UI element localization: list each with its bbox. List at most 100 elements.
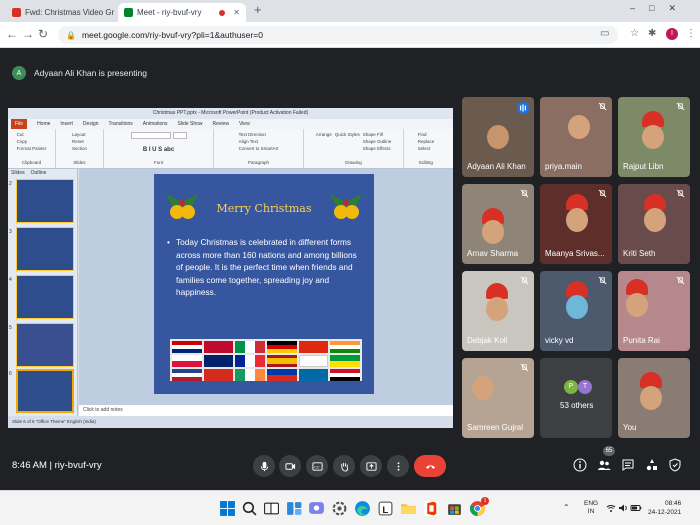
language-indicator[interactable]: ENG IN: [584, 500, 598, 516]
forward-icon[interactable]: →: [22, 27, 34, 41]
info-icon[interactable]: [573, 458, 587, 472]
participant-tile[interactable]: Samreen Gujral: [462, 358, 534, 438]
settings-icon[interactable]: [331, 500, 348, 517]
windows-start-icon[interactable]: [219, 500, 236, 517]
battery-icon[interactable]: [630, 503, 642, 513]
outline-tab[interactable]: Outline: [31, 170, 47, 176]
reload-icon[interactable]: ↻: [38, 27, 48, 41]
cut-button[interactable]: Cut: [17, 132, 47, 137]
font-style-buttons[interactable]: B I U S abc: [143, 147, 174, 153]
others-tile[interactable]: P T 53 others: [540, 358, 612, 438]
menu-insert[interactable]: Insert: [60, 119, 73, 129]
tab-title: Fwd: Christmas Video Group A a: [25, 8, 114, 17]
menu-animations[interactable]: Animations: [143, 119, 168, 129]
edge-icon[interactable]: [354, 500, 371, 517]
copy-button[interactable]: Copy: [17, 139, 47, 144]
more-options-button[interactable]: [387, 455, 409, 477]
bookmark-star-icon[interactable]: ☆: [630, 27, 639, 41]
present-button[interactable]: [360, 455, 382, 477]
slide-thumbnail[interactable]: [16, 323, 74, 367]
url-field[interactable]: 🔒 meet.google.com/riy-bvuf-vry?pli=1&aut…: [58, 26, 618, 44]
raise-hand-button[interactable]: [333, 455, 355, 477]
participant-video: [486, 297, 508, 321]
slide-thumbnail-selected[interactable]: [16, 369, 74, 413]
select-button[interactable]: Select: [418, 146, 435, 151]
microphone-button[interactable]: [253, 455, 275, 477]
task-view-icon[interactable]: [263, 500, 280, 517]
participant-tile[interactable]: Maanya Srivas...: [540, 184, 612, 264]
quick-styles-button[interactable]: Quick Styles: [335, 132, 360, 151]
format-painter-button[interactable]: Format Painter: [17, 146, 47, 151]
activities-icon[interactable]: [645, 458, 659, 472]
menu-review[interactable]: Review: [213, 119, 229, 129]
align-text-button[interactable]: Align Text: [239, 139, 279, 144]
widgets-icon[interactable]: [286, 500, 303, 517]
participant-tile[interactable]: vicky vd: [540, 271, 612, 351]
file-explorer-icon[interactable]: [400, 500, 417, 517]
participant-video: [640, 386, 662, 410]
leave-call-button[interactable]: [414, 455, 446, 477]
drawing-label: Drawing: [345, 160, 362, 165]
menu-view[interactable]: View: [239, 119, 250, 129]
layout-button[interactable]: Layout: [72, 132, 87, 137]
tab-meet[interactable]: Meet - riy-bvuf-vry ✕: [118, 3, 246, 22]
participant-tile[interactable]: Punita Rai: [618, 271, 690, 351]
arrange-button[interactable]: Arrange: [316, 132, 332, 151]
office-lens-icon[interactable]: L: [377, 500, 394, 517]
volume-icon[interactable]: [618, 503, 628, 513]
teams-chat-icon[interactable]: [308, 500, 325, 517]
reset-button[interactable]: Reset: [72, 139, 87, 144]
camera-button[interactable]: [279, 455, 301, 477]
participant-tile[interactable]: priya.main: [540, 97, 612, 177]
chevron-up-icon[interactable]: ⌃: [563, 503, 570, 512]
captions-button[interactable]: CC: [306, 455, 328, 477]
slide-thumbnail[interactable]: [16, 227, 74, 271]
office-icon[interactable]: [423, 500, 440, 517]
slide-thumbnail[interactable]: [16, 275, 74, 319]
replace-button[interactable]: Replace: [418, 139, 435, 144]
participant-tile[interactable]: Rajput Libn: [618, 97, 690, 177]
self-tile[interactable]: You: [618, 358, 690, 438]
font-name-field[interactable]: [130, 132, 171, 139]
search-icon[interactable]: [241, 500, 258, 517]
clipboard-group: Cut Copy Format Painter Clipboard: [8, 129, 56, 168]
participant-tile[interactable]: Arnav Sharma: [462, 184, 534, 264]
camera-icon[interactable]: ▭: [600, 27, 609, 41]
more-vert-icon: [397, 461, 399, 471]
close-tab-icon[interactable]: ✕: [233, 8, 240, 17]
shape-effects-button[interactable]: Shape Effects: [363, 146, 392, 151]
menu-kebab-icon[interactable]: ⋮: [686, 27, 696, 41]
menu-slideshow[interactable]: Slide Show: [178, 119, 203, 129]
participant-tile[interactable]: Debjak Koli: [462, 271, 534, 351]
back-icon[interactable]: ←: [6, 27, 18, 41]
slides-tab[interactable]: Slides: [11, 170, 25, 176]
wifi-icon[interactable]: [606, 503, 616, 513]
font-size-field[interactable]: [172, 132, 187, 139]
menu-home[interactable]: Home: [37, 119, 50, 129]
window-controls[interactable]: –□✕: [630, 3, 690, 14]
text-direction-button[interactable]: Text Direction: [239, 132, 279, 137]
participant-video: [644, 208, 666, 232]
participant-tile[interactable]: Kriti Seth: [618, 184, 690, 264]
shape-outline-button[interactable]: Shape Outline: [363, 139, 392, 144]
chat-icon[interactable]: [621, 458, 635, 472]
find-button[interactable]: Find: [418, 132, 435, 137]
extensions-icon[interactable]: ✱: [648, 27, 656, 41]
section-button[interactable]: Section: [72, 146, 87, 151]
smartart-button[interactable]: Convert to SmartArt: [239, 146, 279, 151]
menu-design[interactable]: Design: [83, 119, 99, 129]
slide-thumbnail[interactable]: [16, 179, 74, 223]
profile-avatar[interactable]: I: [666, 28, 678, 40]
people-icon[interactable]: [597, 458, 611, 472]
new-tab-button[interactable]: +: [254, 2, 262, 17]
menu-transitions[interactable]: Transitions: [109, 119, 133, 129]
tab-gmail[interactable]: Fwd: Christmas Video Group A a ✕: [6, 3, 114, 22]
slides-group: Layout Reset Section Slides: [56, 129, 104, 168]
store-icon[interactable]: [446, 500, 463, 517]
host-controls-icon[interactable]: [668, 458, 682, 472]
menu-file[interactable]: File: [11, 119, 28, 129]
system-clock[interactable]: 08:46 24-12-2021: [648, 499, 681, 517]
notes-field[interactable]: Click to add notes: [79, 405, 453, 416]
participant-tile[interactable]: Adyaan Ali Khan: [462, 97, 534, 177]
shape-fill-button[interactable]: Shape Fill: [363, 132, 392, 137]
